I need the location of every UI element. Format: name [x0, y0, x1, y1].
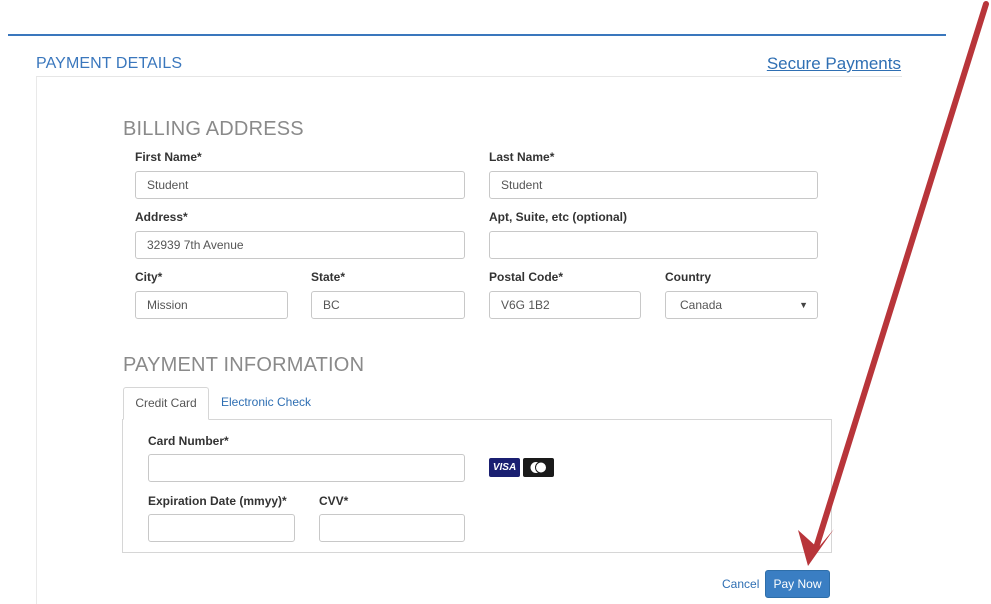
- last-name-label: Last Name*: [489, 150, 555, 164]
- page-title: PAYMENT DETAILS: [36, 55, 183, 72]
- accepted-cards: VISA: [489, 458, 554, 477]
- header-divider: [36, 76, 902, 77]
- tab-credit-card[interactable]: Credit Card: [123, 387, 209, 420]
- expiration-date-label: Expiration Date (mmyy)*: [148, 494, 287, 508]
- billing-address-heading: BILLING ADDRESS: [123, 118, 304, 140]
- content-left-border: [36, 77, 37, 604]
- apt-field[interactable]: [489, 231, 818, 259]
- apt-label: Apt, Suite, etc (optional): [489, 210, 627, 224]
- first-name-label: First Name*: [135, 150, 202, 164]
- mastercard-icon: [523, 458, 554, 477]
- city-field[interactable]: Mission: [135, 291, 288, 319]
- expiration-date-field[interactable]: [148, 514, 295, 542]
- cancel-link[interactable]: Cancel: [722, 577, 759, 591]
- cvv-label: CVV*: [319, 494, 349, 508]
- state-label: State*: [311, 270, 346, 284]
- card-number-field[interactable]: [148, 454, 465, 482]
- card-number-label: Card Number*: [148, 434, 229, 448]
- pay-now-button[interactable]: Pay Now: [765, 570, 830, 598]
- city-label: City*: [135, 270, 163, 284]
- postal-code-field[interactable]: V6G 1B2: [489, 291, 641, 319]
- first-name-field[interactable]: Student: [135, 171, 465, 199]
- payment-information-heading: PAYMENT INFORMATION: [123, 354, 365, 376]
- visa-icon: VISA: [489, 458, 520, 477]
- secure-payments-link[interactable]: Secure Payments: [767, 54, 901, 74]
- state-field[interactable]: BC: [311, 291, 465, 319]
- top-accent-rule: [8, 34, 946, 36]
- country-selected-value: Canada: [680, 298, 723, 312]
- address-label: Address*: [135, 210, 188, 224]
- tab-electronic-check[interactable]: Electronic Check: [213, 387, 319, 420]
- cvv-field[interactable]: [319, 514, 465, 542]
- address-field[interactable]: 32939 7th Avenue: [135, 231, 465, 259]
- country-select[interactable]: Canada ▼: [665, 291, 818, 319]
- postal-code-label: Postal Code*: [489, 270, 564, 284]
- country-label: Country: [665, 270, 711, 284]
- dropdown-arrow-icon: ▼: [799, 300, 808, 310]
- last-name-field[interactable]: Student: [489, 171, 818, 199]
